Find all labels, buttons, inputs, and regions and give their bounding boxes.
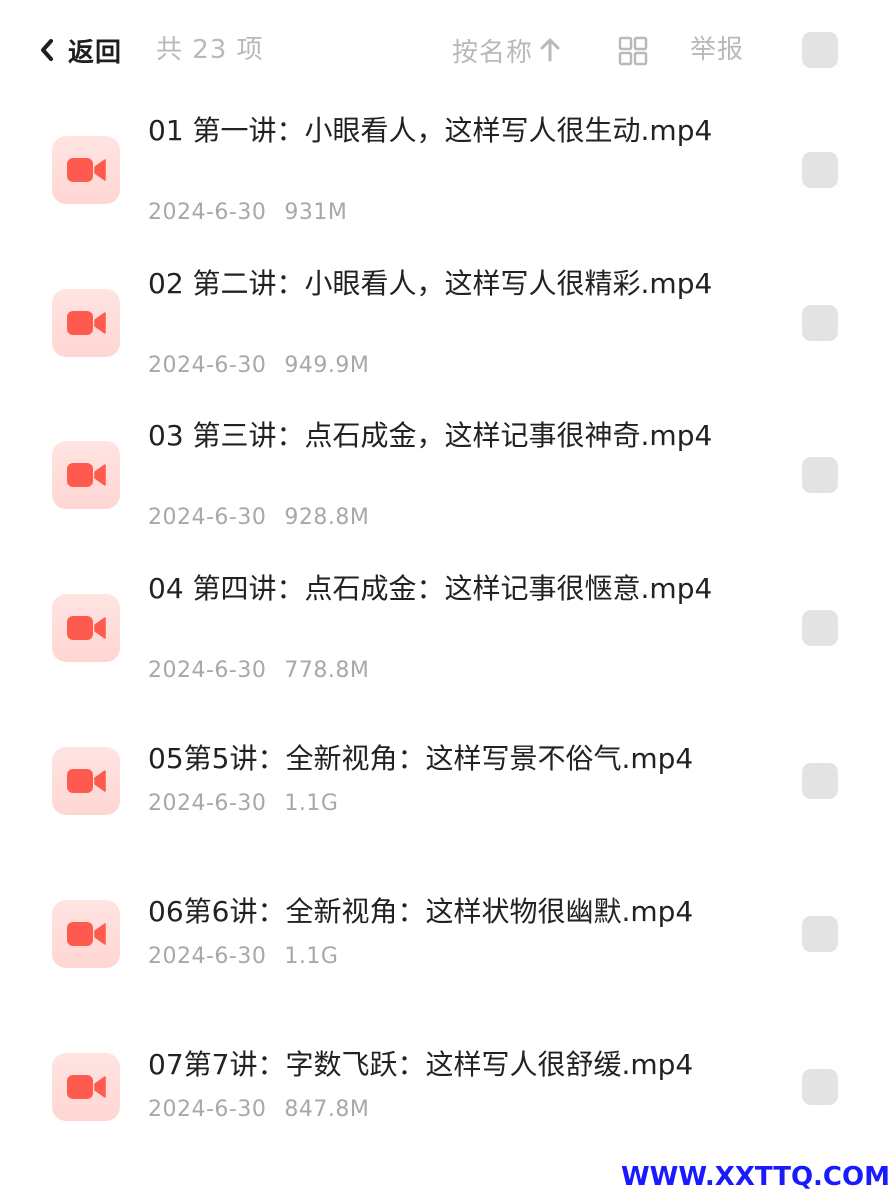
file-date: 2024-6-30 <box>148 200 267 225</box>
file-row[interactable]: 07第7讲：字数飞跃：这样写人很舒缓.mp4 2024-6-30 847.8M <box>0 1045 896 1145</box>
file-name: 04 第四讲：点石成金：这样记事很惬意.mp4 <box>148 572 713 605</box>
row-checkbox[interactable] <box>802 763 838 799</box>
select-all-checkbox[interactable] <box>802 32 838 68</box>
file-size: 847.8M <box>284 1097 370 1122</box>
file-date: 2024-6-30 <box>148 1097 267 1122</box>
video-file-icon <box>52 900 120 968</box>
row-checkbox[interactable] <box>802 610 838 646</box>
video-camera-icon <box>67 311 106 335</box>
file-size: 928.8M <box>284 505 370 530</box>
file-date: 2024-6-30 <box>148 791 267 816</box>
video-camera-icon <box>67 463 106 487</box>
file-meta: 2024-6-30 1.1G <box>148 944 338 969</box>
row-checkbox[interactable] <box>802 152 838 188</box>
file-name: 03 第三讲：点石成金，这样记事很神奇.mp4 <box>148 419 713 452</box>
file-name: 01 第一讲：小眼看人，这样写人很生动.mp4 <box>148 114 713 147</box>
file-date: 2024-6-30 <box>148 944 267 969</box>
file-date: 2024-6-30 <box>148 658 267 683</box>
video-file-icon <box>52 594 120 662</box>
file-row[interactable]: 03 第三讲：点石成金，这样记事很神奇.mp4 2024-6-30 928.8M <box>0 415 896 555</box>
row-checkbox[interactable] <box>802 305 838 341</box>
file-size: 949.9M <box>284 353 370 378</box>
back-label: 返回 <box>68 37 123 68</box>
video-file-icon <box>52 136 120 204</box>
file-row[interactable]: 04 第四讲：点石成金：这样记事很惬意.mp4 2024-6-30 778.8M <box>0 568 896 708</box>
row-checkbox[interactable] <box>802 457 838 493</box>
arrow-up-icon <box>540 38 560 62</box>
toolbar: 返回 共 23 项 按名称 举报 <box>0 0 896 100</box>
file-meta: 2024-6-30 778.8M <box>148 658 369 683</box>
row-checkbox[interactable] <box>802 916 838 952</box>
file-name: 05第5讲：全新视角：这样写景不俗气.mp4 <box>148 742 694 775</box>
file-size: 1.1G <box>284 791 339 816</box>
file-date: 2024-6-30 <box>148 353 267 378</box>
video-camera-icon <box>67 158 106 182</box>
file-row[interactable]: 06第6讲：全新视角：这样状物很幽默.mp4 2024-6-30 1.1G <box>0 892 896 992</box>
grid-view-icon[interactable] <box>618 36 648 66</box>
file-size: 931M <box>284 200 348 225</box>
item-count: 共 23 项 <box>156 35 264 65</box>
file-name: 06第6讲：全新视角：这样状物很幽默.mp4 <box>148 895 694 928</box>
video-file-icon <box>52 289 120 357</box>
chevron-left-icon <box>41 39 53 61</box>
file-row[interactable]: 05第5讲：全新视角：这样写景不俗气.mp4 2024-6-30 1.1G <box>0 738 896 838</box>
file-size: 1.1G <box>284 944 339 969</box>
file-row[interactable]: 01 第一讲：小眼看人，这样写人很生动.mp4 2024-6-30 931M <box>0 110 896 250</box>
file-size: 778.8M <box>284 658 370 683</box>
video-camera-icon <box>67 1075 106 1099</box>
watermark: WWW.XXTTQ.COM <box>621 1162 890 1192</box>
file-row[interactable]: 02 第二讲：小眼看人，这样写人很精彩.mp4 2024-6-30 949.9M <box>0 263 896 403</box>
file-meta: 2024-6-30 847.8M <box>148 1097 369 1122</box>
video-camera-icon <box>67 769 106 793</box>
file-meta: 2024-6-30 928.8M <box>148 505 369 530</box>
video-camera-icon <box>67 616 106 640</box>
back-button[interactable]: 返回 <box>36 30 122 70</box>
video-file-icon <box>52 747 120 815</box>
report-button[interactable]: 举报 <box>690 30 744 70</box>
file-name: 07第7讲：字数飞跃：这样写人很舒缓.mp4 <box>148 1048 694 1081</box>
file-meta: 2024-6-30 931M <box>148 200 347 225</box>
file-name: 02 第二讲：小眼看人，这样写人很精彩.mp4 <box>148 267 713 300</box>
file-date: 2024-6-30 <box>148 505 267 530</box>
sort-label: 按名称 <box>452 37 534 68</box>
file-meta: 2024-6-30 1.1G <box>148 791 338 816</box>
sort-by-name-button[interactable]: 按名称 <box>452 30 561 70</box>
file-meta: 2024-6-30 949.9M <box>148 353 369 378</box>
video-camera-icon <box>67 922 106 946</box>
video-file-icon <box>52 1053 120 1121</box>
video-file-icon <box>52 441 120 509</box>
row-checkbox[interactable] <box>802 1069 838 1105</box>
